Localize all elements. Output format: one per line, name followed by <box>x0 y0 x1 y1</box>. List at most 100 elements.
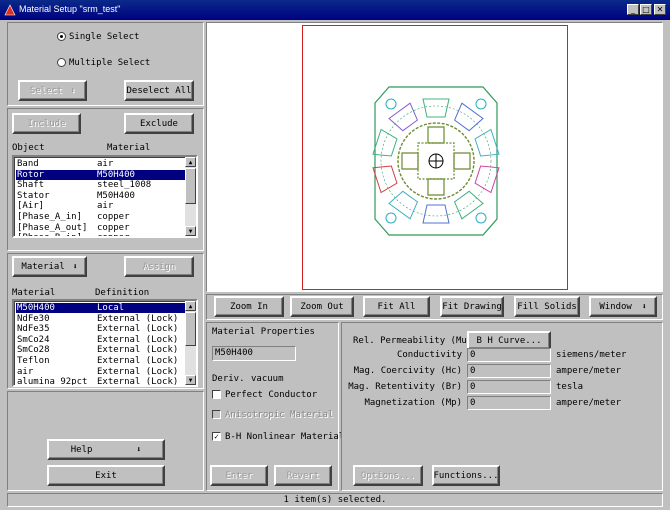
object-list-scrollbar[interactable]: ▲ ▼ <box>185 157 196 236</box>
zoom-in-button[interactable]: Zoom In <box>214 296 284 317</box>
scroll-down-icon[interactable]: ▼ <box>185 226 196 236</box>
perfect-conductor-label: Perfect Conductor <box>225 390 318 400</box>
param-value-field[interactable]: 0 <box>467 380 551 394</box>
material-list-header: Material <box>12 288 56 298</box>
scroll-up-icon[interactable]: ▲ <box>185 157 196 167</box>
checkmark-icon: ✓ <box>214 432 219 441</box>
list-item-material: M50H400 <box>17 303 55 313</box>
window-menu-button[interactable]: Window ⬇ <box>589 296 657 317</box>
scroll-down-icon[interactable]: ▼ <box>185 375 196 385</box>
list-item-material: M50H400 <box>97 190 135 201</box>
list-item[interactable]: Band air <box>16 159 188 169</box>
dropdown-arrow-icon: ⬇ <box>70 86 76 95</box>
select-button[interactable]: Select ⬇ <box>18 80 87 101</box>
list-item-object: Band <box>17 159 39 169</box>
list-item[interactable]: Shaft steel_1008 <box>16 180 188 190</box>
options-button[interactable]: Options... <box>353 465 423 486</box>
param-label: Conductivity <box>396 350 462 360</box>
status-bar: 1 item(s) selected. <box>7 493 663 507</box>
param-label: Mag. Retentivity (Br) <box>348 382 462 392</box>
anisotropic-checkbox[interactable] <box>212 410 221 419</box>
param-unit: ampere/meter <box>556 366 622 376</box>
list-item-material: copper <box>97 233 130 236</box>
list-item-material: NdFe30 <box>17 313 50 324</box>
list-item[interactable]: [Phase_A_in] copper <box>16 212 188 222</box>
material-list[interactable]: M50H400 Local NdFe30 External (Lock) NdFe35 E… <box>12 299 198 387</box>
list-item-material: SmCo24 <box>17 334 50 345</box>
exit-button[interactable]: Exit <box>47 465 165 486</box>
list-item[interactable]: alumina_92pct External (Lock) <box>16 377 188 387</box>
list-item-object: Stator <box>17 190 50 201</box>
list-item[interactable]: NdFe30 External (Lock) <box>16 314 188 324</box>
dropdown-arrow-icon: ⬇ <box>641 302 647 311</box>
scroll-thumb[interactable] <box>185 168 196 204</box>
list-item-material: SmCo28 <box>17 345 50 356</box>
multiple-select-radio[interactable] <box>57 58 66 67</box>
list-item[interactable]: SmCo24 External (Lock) <box>16 335 188 345</box>
list-item[interactable]: Stator M50H400 <box>16 191 188 201</box>
definition-list-header: Definition <box>95 288 150 298</box>
scroll-up-icon[interactable]: ▲ <box>185 301 196 311</box>
fit-all-button[interactable]: Fit All <box>363 296 430 317</box>
properties-heading: Material Properties <box>212 327 315 337</box>
drawing-canvas[interactable] <box>206 22 663 292</box>
bh-nonlinear-checkbox[interactable]: ✓ <box>212 432 221 441</box>
fit-drawing-button[interactable]: Fit Drawing <box>440 296 504 317</box>
single-select-radio[interactable] <box>57 32 66 41</box>
list-item-definition: External (Lock) <box>97 356 179 366</box>
list-item[interactable]: Teflon External (Lock) <box>16 356 188 366</box>
material-menu-label: Material <box>21 261 65 272</box>
deriv-value: vacuum <box>251 374 284 384</box>
list-item[interactable]: NdFe35 External (Lock) <box>16 324 188 334</box>
list-item-material: air <box>97 159 114 169</box>
list-item[interactable]: M50H400 Local <box>16 303 188 313</box>
list-item-object: Shaft <box>17 180 45 191</box>
enter-button[interactable]: Enter <box>210 465 268 486</box>
param-unit: tesla <box>556 382 584 392</box>
param-value-field[interactable]: 0 <box>467 348 551 362</box>
list-item[interactable]: [Air] air <box>16 201 188 211</box>
list-item-object: [Phase_A_out] <box>17 222 88 233</box>
fill-solids-button[interactable]: Fill Solids <box>514 296 580 317</box>
list-item[interactable]: air External (Lock) <box>16 367 188 377</box>
exclude-button[interactable]: Exclude <box>124 113 194 134</box>
include-button[interactable]: Include <box>12 113 81 134</box>
minimize-button[interactable]: _ <box>627 4 639 15</box>
zoom-out-button[interactable]: Zoom Out <box>290 296 354 317</box>
list-item[interactable]: [Phase_A_out]copper <box>16 223 188 233</box>
material-name-field[interactable]: M50H400 <box>212 346 296 361</box>
revert-button[interactable]: Revert <box>274 465 332 486</box>
list-item-definition: External (Lock) <box>97 377 179 387</box>
list-item[interactable]: [Phase_B_in] copper <box>16 233 188 236</box>
help-button[interactable]: Help ⬇ <box>47 439 165 460</box>
list-item-object: Rotor <box>17 169 45 180</box>
material-list-scrollbar[interactable]: ▲ ▼ <box>185 301 196 385</box>
material-menu-button[interactable]: Material ⬇ <box>12 256 87 277</box>
list-item-material: NdFe35 <box>17 324 50 335</box>
window-menu-label: Window <box>599 301 632 312</box>
title-bar: Material Setup "srm_test" _ □ ✕ <box>0 0 670 20</box>
object-list[interactable]: Band air Rotor M50H400 Shaft steel_1008 Stator… <box>12 155 198 238</box>
functions-button[interactable]: Functions... <box>432 465 500 486</box>
object-column-header: Object <box>12 143 45 153</box>
material-column-header: Material <box>107 143 151 153</box>
dropdown-arrow-icon: ⬇ <box>72 262 78 271</box>
list-item[interactable]: Rotor M50H400 <box>16 169 188 180</box>
param-label: Magnetization (Mp) <box>364 398 462 408</box>
close-button[interactable]: ✕ <box>654 4 666 15</box>
maximize-button[interactable]: □ <box>640 4 652 15</box>
list-item-material: M50H400 <box>97 169 135 180</box>
assign-button[interactable]: Assign <box>124 256 194 277</box>
scroll-thumb[interactable] <box>185 312 196 346</box>
param-value-field[interactable]: 0 <box>467 364 551 378</box>
bh-nonlinear-label: B-H Nonlinear Material <box>225 432 345 442</box>
multiple-select-label: Multiple Select <box>69 58 151 68</box>
dropdown-arrow-icon: ⬇ <box>136 445 142 454</box>
param-unit: siemens/meter <box>556 350 627 360</box>
list-item[interactable]: SmCo28 External (Lock) <box>16 345 188 355</box>
list-item-definition: External (Lock) <box>97 324 179 335</box>
param-value-field[interactable]: 0 <box>467 396 551 410</box>
deselect-all-button[interactable]: Deselect All <box>124 80 194 101</box>
perfect-conductor-checkbox[interactable] <box>212 390 221 399</box>
list-item-definition: External (Lock) <box>97 334 179 345</box>
